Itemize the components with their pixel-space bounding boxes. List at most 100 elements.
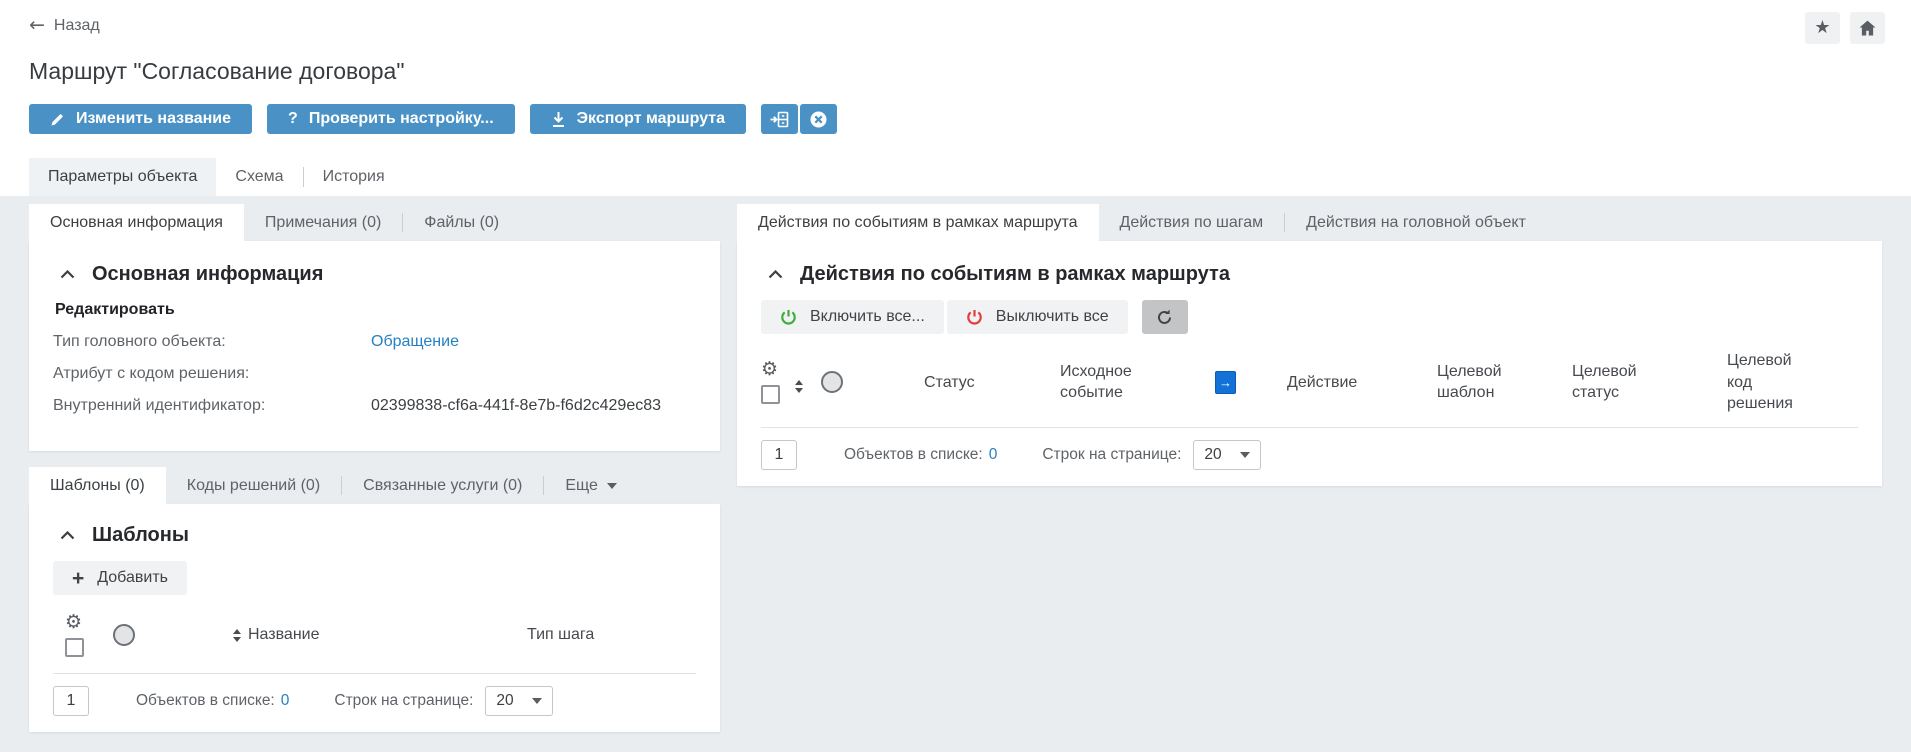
- page-number-box[interactable]: 1: [53, 686, 89, 716]
- left-panel: Основная информация Примечания (0) Файлы…: [29, 204, 720, 732]
- event-actions-section-header: Действия по событиям в рамках маршрута: [761, 263, 1858, 286]
- rows-per-page-select[interactable]: 20: [1193, 440, 1261, 470]
- refresh-button[interactable]: [1142, 300, 1188, 334]
- objects-count-value: 0: [281, 692, 290, 710]
- tab-history[interactable]: История: [304, 158, 404, 196]
- event-actions-pagination: 1 Объектов в списке: 0 Строк на странице…: [761, 440, 1858, 470]
- back-link[interactable]: ← Назад: [29, 16, 100, 35]
- home-button[interactable]: [1850, 12, 1885, 44]
- deactivate-route-button[interactable]: [800, 104, 837, 134]
- page-number-box[interactable]: 1: [761, 440, 797, 470]
- gear-icon[interactable]: ⚙: [761, 360, 795, 379]
- field-label: Атрибут с кодом решения:: [53, 358, 371, 390]
- column-header-source-event: Исходное событие: [1024, 361, 1179, 404]
- content-area: Основная информация Примечания (0) Файлы…: [0, 196, 1911, 752]
- check-settings-button[interactable]: ? Проверить настройку...: [267, 104, 515, 134]
- template-tabs: Шаблоны (0) Коды решений (0) Связанные у…: [29, 467, 720, 504]
- status-circle-column: [99, 624, 219, 646]
- corner-buttons: ★: [1805, 12, 1885, 44]
- rows-per-page-select[interactable]: 20: [485, 686, 553, 716]
- disable-all-button[interactable]: Выключить все: [947, 300, 1128, 334]
- actions-tabs: Действия по событиям в рамках маршрута Д…: [737, 204, 1882, 241]
- page-title: Маршрут "Согласование договора": [0, 58, 1911, 85]
- back-arrow-icon: ←: [29, 16, 45, 35]
- event-actions-title: Действия по событиям в рамках маршрута: [800, 263, 1230, 286]
- power-off-icon: [966, 309, 983, 326]
- chevron-down-icon: [1240, 452, 1250, 458]
- enable-all-button[interactable]: Включить все...: [761, 300, 944, 334]
- tab-related-services[interactable]: Связанные услуги (0): [342, 467, 543, 504]
- column-header-action: Действие: [1287, 372, 1437, 394]
- collapse-chevron-icon[interactable]: [60, 531, 75, 540]
- collapse-chevron-icon[interactable]: [768, 270, 783, 279]
- event-actions-card: Действия по событиям в рамках маршрута В…: [737, 241, 1882, 486]
- tab-templates[interactable]: Шаблоны (0): [29, 467, 166, 504]
- objects-count-label: Объектов в списке:: [136, 692, 275, 710]
- objects-count-value: 0: [989, 446, 998, 464]
- column-header-target-code: Целевой код решения: [1727, 350, 1858, 415]
- rows-per-page-label: Строк на странице:: [1042, 446, 1181, 464]
- disable-all-label: Выключить все: [996, 308, 1109, 326]
- export-route-button[interactable]: Экспорт маршрута: [530, 104, 746, 134]
- tab-main-info[interactable]: Основная информация: [29, 204, 244, 241]
- tab-head-object-actions[interactable]: Действия на головной объект: [1285, 204, 1547, 241]
- column-header-status: Статус: [891, 372, 1024, 394]
- pencil-icon: [50, 112, 65, 127]
- main-info-card: Основная информация Редактировать Тип го…: [29, 241, 720, 451]
- enable-all-label: Включить все...: [810, 308, 925, 326]
- add-template-button-label: Добавить: [97, 569, 168, 587]
- check-settings-button-label: Проверить настройку...: [309, 110, 494, 128]
- page-header: ← Назад ★: [0, 0, 1911, 36]
- column-header-step-type: Тип шага: [499, 624, 696, 646]
- tab-event-actions[interactable]: Действия по событиям в рамках маршрута: [737, 204, 1099, 241]
- sort-icon[interactable]: [795, 380, 803, 393]
- edit-link[interactable]: Редактировать: [53, 301, 175, 319]
- main-info-title: Основная информация: [92, 263, 323, 286]
- field-label: Внутренний идентификатор:: [53, 390, 371, 422]
- collapse-chevron-icon[interactable]: [60, 270, 75, 279]
- select-all-checkbox[interactable]: [65, 638, 84, 657]
- sort-icon[interactable]: [233, 629, 241, 642]
- chevron-down-icon: [607, 483, 617, 489]
- column-target-template-label: Целевой шаблон: [1437, 361, 1509, 404]
- rename-button[interactable]: Изменить название: [29, 104, 252, 134]
- tab-notes[interactable]: Примечания (0): [244, 204, 402, 241]
- plus-icon: +: [72, 568, 84, 589]
- archive-cabinet-icon: [770, 111, 789, 128]
- tab-step-actions[interactable]: Действия по шагам: [1099, 204, 1285, 241]
- archive-route-button[interactable]: [761, 104, 798, 134]
- star-icon: ★: [1814, 19, 1830, 37]
- tab-object-params[interactable]: Параметры объекта: [29, 158, 216, 196]
- head-object-type-link[interactable]: Обращение: [371, 326, 459, 358]
- sort-column: [795, 372, 815, 393]
- event-actions-table-header: ⚙ Статус Исходное событие →: [761, 350, 1858, 415]
- close-circle-icon: [809, 110, 828, 129]
- select-all-checkbox[interactable]: [761, 385, 780, 404]
- add-template-button[interactable]: + Добавить: [53, 561, 187, 595]
- column-header-target-status: Целевой статус: [1572, 361, 1727, 404]
- table-divider: [761, 427, 1858, 428]
- rows-per-page-value: 20: [1204, 446, 1221, 464]
- column-name-label: Название: [248, 624, 320, 646]
- column-header-name[interactable]: Название: [219, 624, 499, 646]
- export-route-button-label: Экспорт маршрута: [577, 110, 725, 128]
- templates-title: Шаблоны: [92, 524, 189, 547]
- refresh-icon: [1155, 308, 1174, 327]
- home-icon: [1859, 20, 1876, 36]
- favorite-button[interactable]: ★: [1805, 12, 1840, 44]
- tab-schema[interactable]: Схема: [216, 158, 302, 196]
- gear-icon[interactable]: ⚙: [65, 613, 99, 632]
- field-label: Тип головного объекта:: [53, 326, 371, 358]
- tab-more[interactable]: Еще: [544, 467, 638, 504]
- info-row: Атрибут с кодом решения:: [53, 358, 696, 390]
- tab-files[interactable]: Файлы (0): [403, 204, 520, 241]
- templates-card: Шаблоны + Добавить ⚙ Название: [29, 504, 720, 732]
- info-row: Внутренний идентификатор: 02399838-cf6a-…: [53, 390, 696, 422]
- right-panel: Действия по событиям в рамках маршрута Д…: [737, 204, 1882, 486]
- status-circle-column: [815, 371, 891, 393]
- tab-more-label: Еще: [565, 477, 598, 495]
- main-tabs: Параметры объекта Схема История: [0, 158, 1911, 196]
- info-row: Тип головного объекта: Обращение: [53, 326, 696, 358]
- transition-column: →: [1179, 371, 1287, 394]
- tab-decision-codes[interactable]: Коды решений (0): [166, 467, 341, 504]
